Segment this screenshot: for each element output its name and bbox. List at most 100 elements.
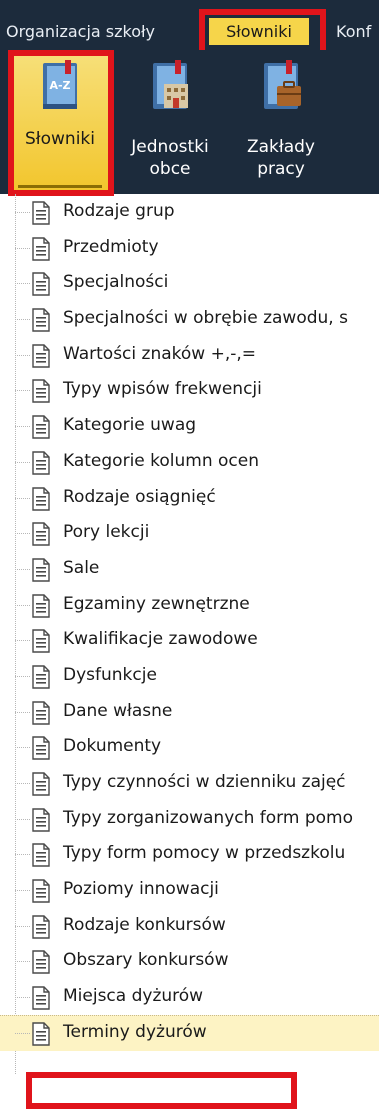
ribbon-button-label: Jednostki obce <box>131 137 209 179</box>
tree-item-label: Typy zorganizowanych form pomo <box>63 807 353 828</box>
document-icon <box>32 379 50 404</box>
ribbon-button-label: Zakłady pracy <box>246 137 315 179</box>
tree-item[interactable]: Typy form pomocy w przedszkolu <box>0 836 379 872</box>
dictionary-tree: Rodzaje grup Przedmioty Specjalności Specja… <box>0 194 379 1074</box>
tree-item[interactable]: Kwalifikacje zawodowe <box>0 622 379 658</box>
tree-connector <box>15 354 30 356</box>
tree-connector <box>15 283 30 285</box>
tree-item-label: Poziomy innowacji <box>63 879 219 900</box>
tree-item-label: Typy wpisów frekwencji <box>63 379 262 400</box>
document-icon <box>32 522 50 546</box>
tree-item[interactable]: Specjalności <box>0 265 379 301</box>
document-icon <box>32 915 50 939</box>
tree-item-label: Egzaminy zewnętrzne <box>63 593 250 614</box>
ribbon-button-jednostki-obce[interactable]: Jednostki obce <box>118 50 222 194</box>
tree-connector <box>15 247 30 249</box>
tree-connector <box>15 925 30 927</box>
tree-item[interactable]: Przedmioty <box>0 230 379 266</box>
svg-text:A-Z: A-Z <box>49 79 70 92</box>
document-icon <box>32 451 50 475</box>
tree-item[interactable]: Poziomy innowacji <box>0 872 379 908</box>
document-icon <box>32 201 50 225</box>
tree-item[interactable]: Typy zorganizowanych form pomo <box>0 801 379 837</box>
document-icon <box>32 1022 50 1046</box>
tree-item[interactable]: Egzaminy zewnętrzne <box>0 587 379 623</box>
tree-connector <box>15 568 30 570</box>
tree-connector <box>15 997 30 999</box>
tree-connector <box>15 854 30 856</box>
tree-item[interactable]: Kategorie kolumn ocen <box>0 444 379 480</box>
tree-item-label: Specjalności <box>63 272 169 293</box>
menu-organizacja-szkoly[interactable]: Organizacja szkoły <box>6 22 155 42</box>
tree-item-label: Rodzaje konkursów <box>63 914 226 935</box>
tree-connector <box>15 747 30 749</box>
document-icon <box>32 986 50 1010</box>
document-icon <box>32 843 50 868</box>
tree-item[interactable]: Wartości znaków +,-,= <box>0 337 379 373</box>
tree-item[interactable]: Terminy dyżurów <box>0 1014 379 1051</box>
tree-connector <box>15 461 30 463</box>
tree-connector <box>15 390 30 392</box>
ribbon-button-zaklady-pracy[interactable]: Zakłady pracy <box>229 50 333 194</box>
top-menu-bar: Organizacja szkoły Słowniki Konf <box>0 0 379 50</box>
document-icon <box>32 950 50 975</box>
document-icon <box>32 700 50 725</box>
tree-item[interactable]: Dysfunkcje <box>0 658 379 694</box>
document-icon <box>32 807 50 832</box>
tree-connector <box>15 890 30 892</box>
briefcase-book-icon <box>264 60 301 109</box>
tree-connector <box>15 961 30 963</box>
tree-item[interactable]: Rodzaje grup <box>0 194 379 230</box>
tree-item-label: Rodzaje osiągnięć <box>63 486 216 507</box>
tree-item-label: Terminy dyżurów <box>63 1021 207 1042</box>
tree-connector <box>15 319 30 321</box>
tree-item[interactable]: Dokumenty <box>0 729 379 765</box>
document-icon <box>32 308 50 332</box>
tree-item-label: Wartości znaków +,-,= <box>63 343 257 364</box>
tree-item[interactable]: Dane własne <box>0 694 379 730</box>
ribbon-button-label: Słowniki <box>25 129 95 149</box>
tree-connector <box>15 426 30 428</box>
highlight-box-selected-item <box>26 1072 297 1109</box>
document-icon <box>32 344 50 368</box>
tree-item[interactable]: Typy czynności w dzienniku zajęć <box>0 765 379 801</box>
tree-connector <box>15 711 30 713</box>
tree-item-label: Kategorie uwag <box>63 415 197 436</box>
tree-item[interactable]: Pory lekcji <box>0 515 379 551</box>
tree-connector <box>15 818 30 820</box>
menu-slowniki[interactable]: Słowniki <box>209 18 309 45</box>
tree-item-label: Przedmioty <box>63 236 159 257</box>
tree-item-label: Specjalności w obrębie zawodu, s <box>63 308 348 329</box>
document-icon <box>32 415 50 439</box>
document-icon <box>32 593 50 618</box>
menu-konfiguracja[interactable]: Konf <box>336 22 371 42</box>
tree-item[interactable]: Kategorie uwag <box>0 408 379 444</box>
document-icon <box>32 665 50 689</box>
document-icon <box>32 558 50 582</box>
tree-item-label: Typy form pomocy w przedszkolu <box>63 843 346 864</box>
tree-item-label: Pory lekcji <box>63 522 150 543</box>
tree-item-label: Sale <box>63 557 100 578</box>
tree-item-label: Typy czynności w dzienniku zajęć <box>63 772 346 792</box>
document-icon <box>32 736 50 761</box>
tree-connector <box>15 675 30 677</box>
document-icon <box>32 236 50 261</box>
tree-item[interactable]: Specjalności w obrębie zawodu, s <box>0 301 379 337</box>
tree-item[interactable]: Rodzaje konkursów <box>0 908 379 944</box>
tree-item-label: Miejsca dyżurów <box>63 986 204 1007</box>
document-icon <box>32 486 50 511</box>
document-icon <box>32 272 50 297</box>
tree-item-label: Dokumenty <box>63 736 162 757</box>
tree-connector <box>15 640 30 642</box>
tree-item[interactable]: Rodzaje osiągnięć <box>0 480 379 516</box>
tree-item[interactable]: Sale <box>0 551 379 587</box>
document-icon <box>32 772 50 796</box>
tree-item[interactable]: Obszary konkursów <box>0 943 379 979</box>
tree-connector <box>15 212 30 213</box>
tree-item-label: Dane własne <box>63 700 173 721</box>
ribbon-toolbar: A-Z Słowniki Jednostki obce Zakłady prac… <box>0 50 379 194</box>
tree-item[interactable]: Miejsca dyżurów <box>0 979 379 1015</box>
tree-item[interactable]: Typy wpisów frekwencji <box>0 372 379 408</box>
ribbon-button-slowniki[interactable]: A-Z Słowniki <box>8 50 112 194</box>
tree-connector <box>15 604 30 606</box>
